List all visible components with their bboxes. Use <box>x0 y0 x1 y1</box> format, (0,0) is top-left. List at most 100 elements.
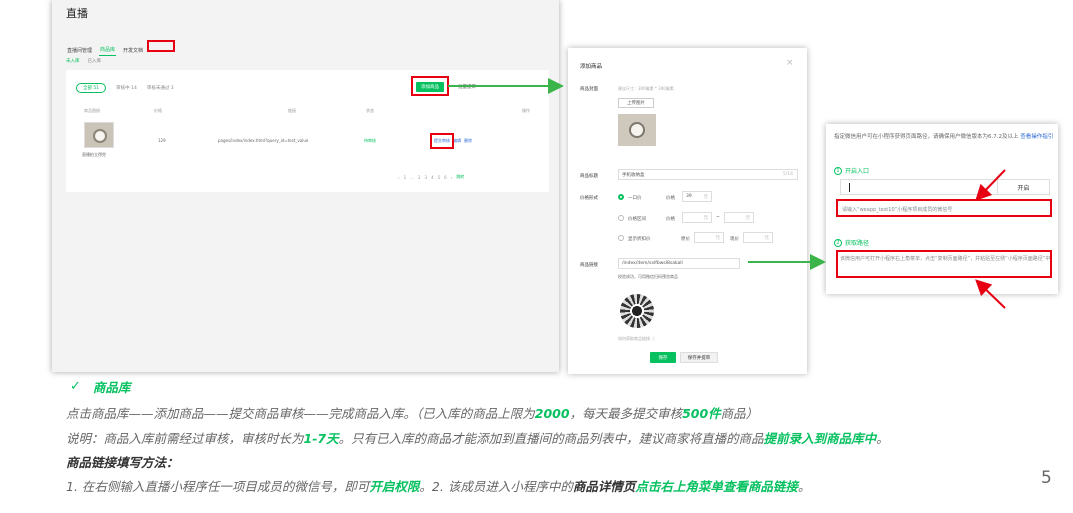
get-link-help[interactable]: 如何获取商品链接 ⓘ <box>618 336 655 342</box>
slide: 直播 直播间管理 商品库 开发文档 未入库 已入库 全部 51 审核中 14 审… <box>0 0 1073 513</box>
pager-page-3[interactable]: 3 <box>425 175 428 180</box>
cover-label: 商品封面 <box>580 87 598 92</box>
price-input-value: 39 <box>686 194 692 199</box>
edit-link[interactable]: 编辑 <box>453 138 461 144</box>
range-min-input[interactable]: 元 <box>682 212 712 223</box>
line3-text-f: 。 <box>797 479 811 494</box>
pager-page-1[interactable]: 1 <box>404 175 407 180</box>
batch-submit-link[interactable]: 批量提审 <box>458 84 476 90</box>
step-1-number: 1 <box>834 166 842 175</box>
tab-dev-docs[interactable]: 开发文档 <box>122 45 144 56</box>
operation-guide-link[interactable]: 查看操作指引 <box>1020 134 1053 140</box>
product-status: 待审核 <box>364 138 376 143</box>
live-console-panel: 直播 直播间管理 商品库 开发文档 未入库 已入库 全部 51 审核中 14 审… <box>52 0 559 372</box>
highlight-wechat-id <box>836 199 1052 217</box>
add-product-modal: 添加商品 × 商品封面 建议尺寸：300像素 * 300像素 上传图片 商品标题… <box>568 48 807 374</box>
line2-advice: 提前录入到商品库中 <box>763 431 877 446</box>
origin-price-input[interactable]: 元 <box>694 232 724 243</box>
mini-program-qr-code <box>620 294 654 328</box>
pager-page-5[interactable]: 5 <box>438 175 441 180</box>
col-status: 状态 <box>366 108 374 113</box>
discount-price-text: 显示折扣价 <box>628 237 651 242</box>
pager-page-2[interactable]: 2 <box>418 175 421 180</box>
line3-text-a: 1. 在右侧输入直播小程序任一项目成员的微信号，即可 <box>66 479 370 494</box>
paragraph-steps: 点击商品库——添加商品——提交商品审核——完成商品入库。（已入库的商品上限为20… <box>66 403 758 422</box>
filter-reviewing[interactable]: 审核中 14 <box>116 85 137 91</box>
paragraph-notes: 说明：商品入库前需经过审核，审核时长为1-7天。只有已入库的商品才能添加到直播间… <box>66 428 889 447</box>
check-icon: ✓ <box>70 379 81 394</box>
delete-link[interactable]: 删除 <box>464 138 472 144</box>
title-char-count: 5/14 <box>782 172 793 177</box>
pager-jump[interactable]: 跳转 <box>456 174 464 180</box>
link-label: 商品链接 <box>580 263 598 268</box>
save-button[interactable]: 保存 <box>650 352 676 363</box>
tab-room-management[interactable]: 直播间管理 <box>66 45 93 56</box>
subtab-not-stored[interactable]: 未入库 <box>66 58 80 64</box>
page-number: 5 <box>1041 468 1052 488</box>
line1-text-a: 点击商品库——添加商品——提交商品审核——完成商品入库。（已入库的商品上限为 <box>66 406 535 421</box>
link-method-heading: 商品链接填写方法： <box>66 455 179 470</box>
product-link: pages/index/index.html?query_id=test_val… <box>218 138 309 143</box>
col-image: 商品图册 <box>84 108 100 113</box>
line3-menu-action: 点击右上角菜单查看商品链接 <box>635 479 798 494</box>
origin-price-unit: 元 <box>715 235 721 241</box>
step-1-label: 开启入口 <box>845 168 870 175</box>
product-link-input[interactable]: /index/item/sxlfbwsl8sakall <box>618 258 740 269</box>
line2-text-a: 说明：商品入库前需经过审核，审核时长为 <box>66 431 304 446</box>
pager-ellipsis: ... <box>410 174 414 180</box>
product-name: 直播拍立得兜 <box>82 152 106 157</box>
console-subtabs: 未入库 已入库 <box>66 58 101 64</box>
tab-product-library[interactable]: 商品库 <box>99 44 117 56</box>
product-price: 129 <box>158 138 166 143</box>
pager-next[interactable]: › <box>451 175 453 180</box>
wechat-id-input[interactable] <box>840 179 998 195</box>
current-price-unit: 元 <box>764 235 770 241</box>
paragraph-link-method: 1. 在右侧输入直播小程序任一项目成员的微信号，即可开启权限。2. 该成员进入小… <box>66 476 810 495</box>
price-form-label: 价格形式 <box>580 196 598 201</box>
range-max-input[interactable]: 元 <box>724 212 754 223</box>
filter-rejected[interactable]: 审核未通过 3 <box>147 85 174 91</box>
price-field-label: 价格 <box>666 196 675 201</box>
pager-page-4[interactable]: 4 <box>431 175 434 180</box>
save-and-submit-button[interactable]: 保存并提审 <box>680 352 718 363</box>
radio-discount-price[interactable] <box>618 235 624 241</box>
range-separator: ~ <box>716 215 720 220</box>
open-button[interactable]: 开启 <box>998 179 1050 195</box>
pagination: ‹ 1 ... 2 3 4 5 6 › 跳转 <box>398 174 464 180</box>
price-input[interactable]: 39 元 <box>682 191 712 202</box>
cover-image-preview <box>618 114 656 146</box>
line1-text-c: ，每天最多提交审核 <box>569 406 683 421</box>
radio-fixed-price[interactable] <box>618 194 624 200</box>
price-range-text: 价格区间 <box>628 217 646 222</box>
close-icon[interactable]: × <box>786 58 794 68</box>
line1-text-e: 商品） <box>720 406 759 421</box>
product-link-value: /index/item/sxlfbwsl8sakall <box>622 261 683 266</box>
fixed-price-text: 一口价 <box>628 196 642 201</box>
link-check-hint: 校验成功，可用微信扫码预览商品 <box>618 274 678 279</box>
step-get-path: 2 获取路径 <box>834 238 869 247</box>
line2-review-time: 1-7天 <box>303 431 339 446</box>
pager-page-6[interactable]: 6 <box>444 175 447 180</box>
line3-text-c: 。2. 该成员进入小程序中的 <box>419 479 573 494</box>
section-heading: ✓ 商品库 <box>70 377 130 396</box>
product-title-input[interactable]: 手机收纳盒 5/14 <box>618 169 798 180</box>
paragraph-heading-link: 商品链接填写方法： <box>66 452 179 471</box>
filter-all[interactable]: 全部 51 <box>76 83 107 93</box>
table-header: 商品图册 价格 链接 状态 操作 <box>76 108 542 117</box>
line2-text-c: 。只有已入库的商品才能添加到直播间的商品列表中，建议商家将直播的商品 <box>338 431 764 446</box>
origin-price-label: 原价 <box>681 237 690 242</box>
line2-text-e: 。 <box>876 431 889 446</box>
col-actions: 操作 <box>522 108 530 113</box>
line3-open-permission: 开启权限 <box>369 479 420 494</box>
subtab-stored[interactable]: 已入库 <box>88 58 102 64</box>
upload-image-button[interactable]: 上传图片 <box>618 98 654 108</box>
cover-hint: 建议尺寸：300像素 * 300像素 <box>618 86 674 91</box>
help-intro-text: 指定微信用户可在小程序获得页面路径，请确保用户微信版本为6.7.2及以上 <box>834 134 1019 140</box>
highlight-add-button <box>411 76 449 96</box>
range-price-label: 价格 <box>666 217 675 222</box>
pager-prev[interactable]: ‹ <box>398 175 400 180</box>
current-price-input[interactable]: 元 <box>743 232 773 243</box>
product-list-card: 全部 51 审核中 14 审核未通过 3 添加商品 批量提审 商品图册 价格 链… <box>66 70 549 192</box>
radio-price-range[interactable] <box>618 215 624 221</box>
col-link: 链接 <box>288 108 296 113</box>
